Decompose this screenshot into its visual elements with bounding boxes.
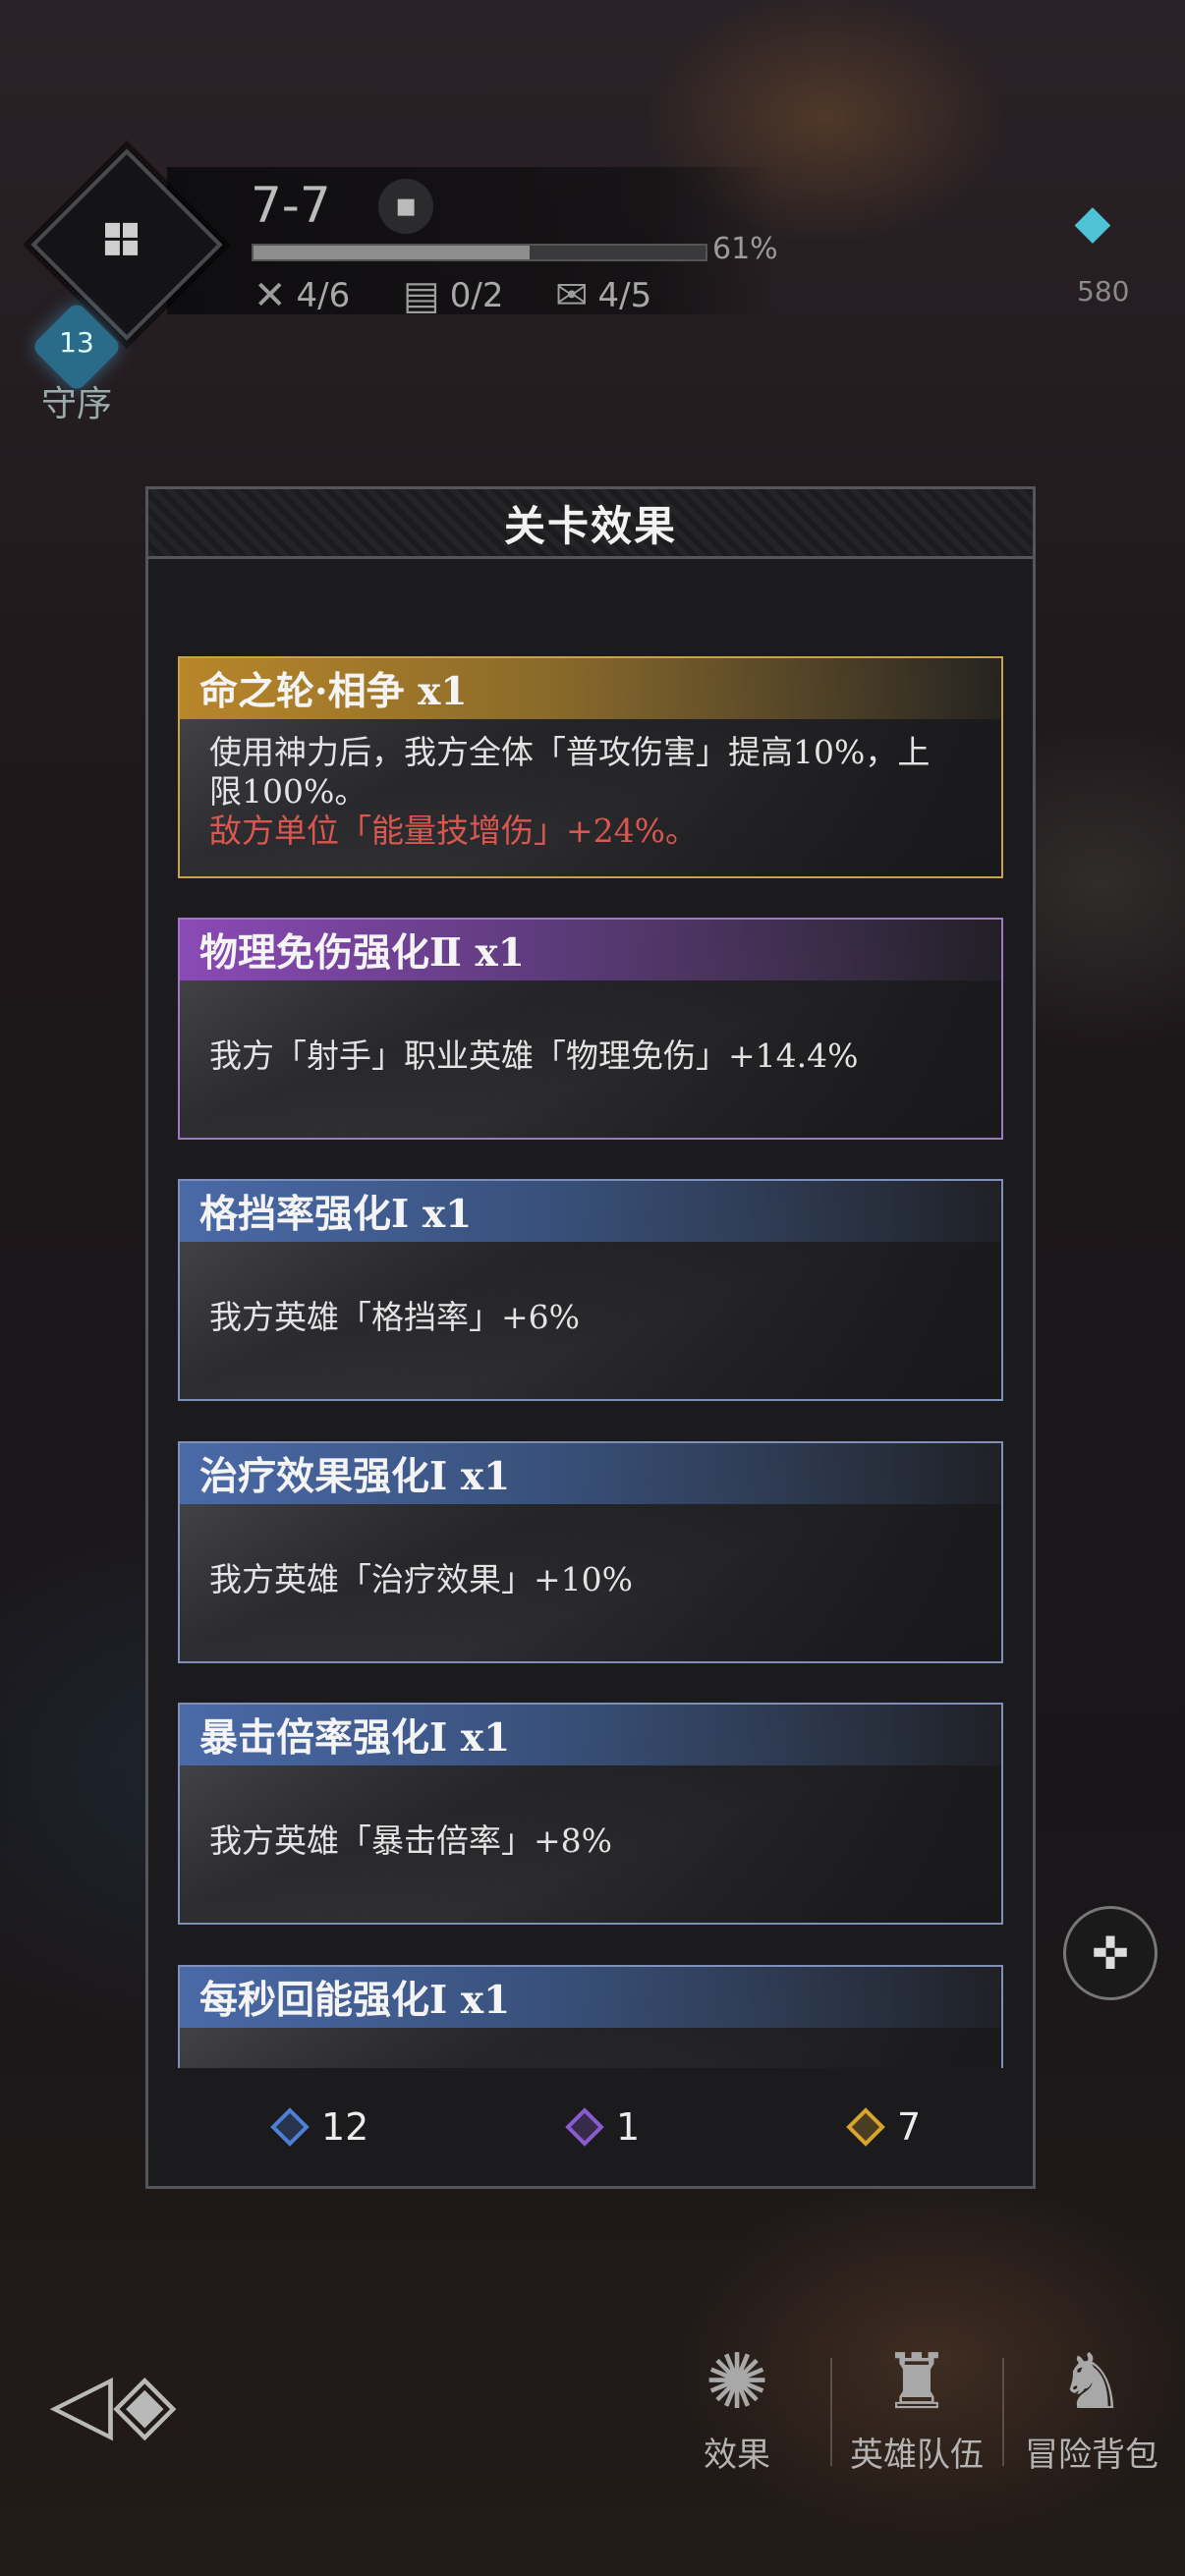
effect-desc-text: 使用神力后，我方全体「普攻伤害」提高10%，上限100%。 bbox=[209, 733, 931, 811]
effect-card[interactable]: 暴击倍率强化Ⅰ x1 我方英雄「暴击倍率」+8% bbox=[178, 1703, 1003, 1925]
blue-gem-icon bbox=[270, 2107, 310, 2147]
scroll-icon: ✉ bbox=[555, 273, 589, 318]
effect-desc-text: 我方英雄「格挡率」+6% bbox=[209, 1298, 581, 1336]
effect-card[interactable]: 每秒回能强化Ⅰ x1 bbox=[178, 1965, 1003, 2081]
gold-gem-icon bbox=[846, 2107, 885, 2147]
chests-stat: ▤ 0/2 bbox=[403, 273, 504, 318]
adventure-bag-icon: ♞ bbox=[1057, 2338, 1126, 2427]
alignment-badge-label: 守序 bbox=[41, 384, 113, 424]
nav-effects-label: 效果 bbox=[704, 2436, 770, 2475]
effect-desc-text: 我方英雄「暴击倍率」+8% bbox=[209, 1821, 613, 1860]
effect-card-desc bbox=[209, 1967, 956, 2081]
mode-icon[interactable]: ◼ bbox=[378, 179, 433, 234]
compass-button[interactable]: ✜ bbox=[1063, 1906, 1157, 2000]
effect-card-title: 命之轮·相争 x1 bbox=[180, 658, 1001, 719]
crossed-swords-icon: ✕ bbox=[254, 273, 287, 318]
gold-rarity-count: 7 bbox=[846, 2105, 922, 2149]
stage-progress-fill bbox=[254, 246, 530, 259]
back-button[interactable]: ◁◈ bbox=[39, 2348, 187, 2456]
effect-card-desc: 使用神力后，我方全体「普攻伤害」提高10%，上限100%。 敌方单位「能量技增伤… bbox=[209, 733, 956, 851]
blue-rarity-count: 12 bbox=[270, 2105, 369, 2149]
rarity-summary: 12 1 7 bbox=[148, 2068, 1033, 2186]
stage-progress-text: 61% bbox=[712, 232, 778, 266]
nav-hero-team[interactable]: ♜ 英雄队伍 bbox=[833, 2333, 1000, 2476]
effect-card[interactable]: 格挡率强化Ⅰ x1 我方英雄「格挡率」+6% bbox=[178, 1179, 1003, 1401]
nav-divider bbox=[830, 2358, 832, 2466]
crystal-count: 580 bbox=[1077, 275, 1130, 308]
nav-hero-team-label: 英雄队伍 bbox=[850, 2436, 984, 2475]
back-arrow-icon: ◁◈ bbox=[49, 2354, 177, 2450]
chest-icon: ▤ bbox=[403, 273, 440, 318]
nav-divider bbox=[1002, 2358, 1004, 2466]
gold-count-value: 7 bbox=[897, 2105, 922, 2149]
effect-card[interactable]: 命之轮·相争 x1 使用神力后，我方全体「普攻伤害」提高10%，上限100%。 … bbox=[178, 656, 1003, 878]
events-stat: ✉ 4/5 bbox=[555, 273, 651, 318]
effects-icon: ✺ bbox=[705, 2338, 769, 2427]
purple-rarity-count: 1 bbox=[565, 2105, 641, 2149]
effect-card-desc: 我方英雄「治疗效果」+10% bbox=[209, 1443, 956, 1661]
compass-icon: ✜ bbox=[1091, 1927, 1130, 1980]
purple-count-value: 1 bbox=[616, 2105, 641, 2149]
battles-stat: ✕ 4/6 bbox=[254, 273, 350, 318]
chests-value: 0/2 bbox=[449, 276, 504, 315]
events-value: 4/5 bbox=[597, 276, 652, 315]
nav-effects[interactable]: ✺ 效果 bbox=[653, 2333, 820, 2476]
purple-gem-icon bbox=[565, 2107, 604, 2147]
hero-team-icon: ♜ bbox=[882, 2338, 951, 2427]
effect-card[interactable]: 治疗效果强化Ⅰ x1 我方英雄「治疗效果」+10% bbox=[178, 1441, 1003, 1663]
battles-value: 4/6 bbox=[296, 276, 351, 315]
blue-count-value: 12 bbox=[321, 2105, 369, 2149]
stage-level: 7-7 bbox=[251, 177, 331, 234]
nav-adventure-bag-label: 冒险背包 bbox=[1025, 2436, 1158, 2475]
panel-header: 关卡效果 bbox=[148, 489, 1033, 559]
effect-desc-text: 我方「射手」职业英雄「物理免伤」+14.4% bbox=[209, 1036, 859, 1075]
enemy-effect-text: 敌方单位「能量技增伤」+24%。 bbox=[209, 812, 698, 850]
effects-list[interactable]: 命之轮·相争 x1 使用神力后，我方全体「普攻伤害」提高10%，上限100%。 … bbox=[178, 656, 1003, 2081]
stage-progress-bar bbox=[252, 244, 707, 261]
effect-card-desc: 我方英雄「暴击倍率」+8% bbox=[209, 1705, 956, 1923]
panel-title: 关卡效果 bbox=[503, 501, 677, 550]
effect-card-desc: 我方英雄「格挡率」+6% bbox=[209, 1181, 956, 1399]
stage-effects-panel: 关卡效果 命之轮·相争 x1 使用神力后，我方全体「普攻伤害」提高10%，上限1… bbox=[145, 486, 1036, 2189]
effect-card[interactable]: 物理免伤强化Ⅱ x1 我方「射手」职业英雄「物理免伤」+14.4% bbox=[178, 918, 1003, 1140]
alignment-badge-number: 13 bbox=[59, 326, 94, 359]
effect-desc-text: 我方英雄「治疗效果」+10% bbox=[209, 1560, 633, 1598]
effect-card-desc: 我方「射手」职业英雄「物理免伤」+14.4% bbox=[209, 920, 956, 1138]
stage-hud: ❖ 7-7 ◼ 61% ✕ 4/6 ▤ 0/2 ✉ 4/5 13 守序 bbox=[20, 147, 786, 424]
crystal-icon[interactable]: ◆ bbox=[1073, 195, 1112, 253]
nav-adventure-bag[interactable]: ♞ 冒险背包 bbox=[1008, 2333, 1175, 2476]
